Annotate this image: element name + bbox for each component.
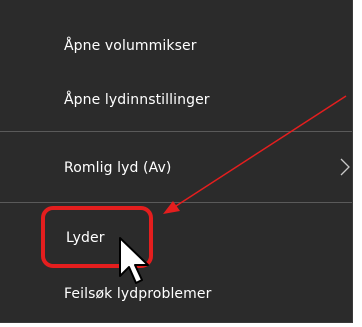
context-menu: Åpne volummikser Åpne lydinnstillinger R… bbox=[0, 0, 353, 323]
menu-item-label: Romlig lyd (Av) bbox=[64, 160, 172, 176]
menu-item-open-sound-settings[interactable]: Åpne lydinnstillinger bbox=[0, 82, 352, 118]
menu-item-spatial-sound[interactable]: Romlig lyd (Av) bbox=[0, 150, 352, 186]
menu-item-troubleshoot-sound[interactable]: Feilsøk lydproblemer bbox=[0, 276, 352, 312]
menu-item-label: Åpne lydinnstillinger bbox=[64, 92, 210, 108]
menu-item-label: Feilsøk lydproblemer bbox=[64, 286, 212, 302]
menu-item-sounds[interactable]: Lyder bbox=[0, 220, 352, 256]
menu-item-open-volume-mixer[interactable]: Åpne volummikser bbox=[0, 28, 352, 64]
menu-item-label: Lyder bbox=[66, 230, 105, 246]
menu-item-label: Åpne volummikser bbox=[64, 38, 197, 54]
menu-separator bbox=[0, 202, 352, 203]
chevron-right-icon bbox=[340, 158, 350, 176]
menu-separator bbox=[0, 131, 352, 132]
